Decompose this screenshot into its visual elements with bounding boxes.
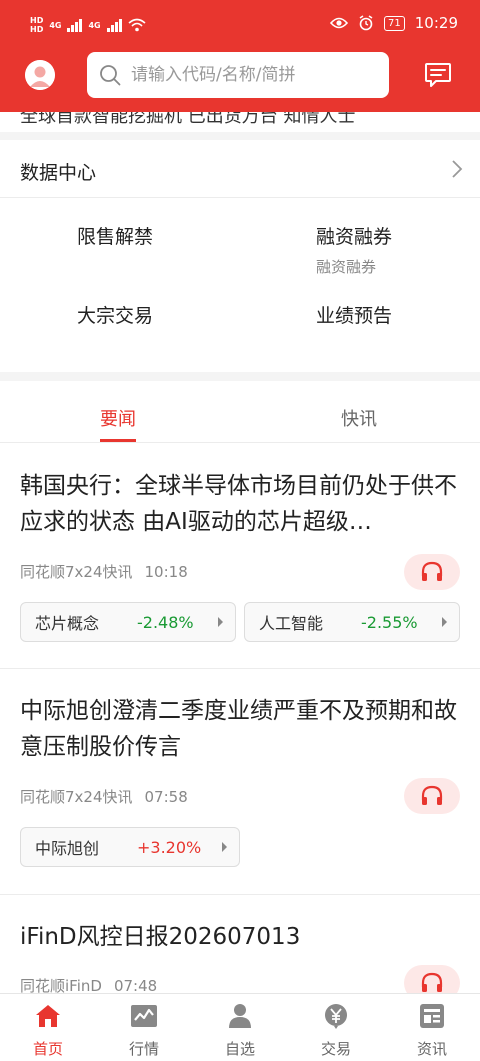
stock-tag-name: 人工智能 [259,614,324,633]
article-source: 同花顺7x24快讯 [20,788,133,806]
stock-tag-change: -2.55% [361,612,418,632]
caret-right-icon [442,617,447,627]
article-time: 10:18 [144,563,188,581]
headphones-icon [421,785,443,805]
app-header: HD HD 4G 4G 71 10:29 [0,0,480,112]
data-center-card: 数据中心 限售解禁 融资融券 融资融券 大宗交易 业绩预告 [0,140,480,372]
network-4g-label-1: 4G [49,20,62,30]
chevron-right-icon[interactable] [450,158,464,180]
news-article[interactable]: 中际旭创澄清二季度业绩严重不及预期和故意压制股价传言 同花顺7x24快讯 07:5… [0,669,480,894]
news-article[interactable]: iFinD风控日报202607013 同花顺iFinD 07:48 [0,895,480,993]
search-icon [100,65,121,86]
data-center-item-lockup-expiry[interactable]: 限售解禁 [77,222,153,249]
article-source: 同花顺iFinD [20,977,102,993]
bottom-nav: 首页 行情 自选 交易 资讯 [0,993,480,1061]
yuan-icon [325,1004,347,1029]
news-article[interactable]: 韩国央行：全球半导体市场目前仍处于供不应求的状态 由AI驱动的芯片超级… 同花顺… [0,443,480,668]
signal-icon-2 [106,18,122,32]
wifi-icon [128,18,146,32]
search-box[interactable] [87,52,389,98]
network-hd-label: HD HD [30,16,44,34]
news-icon [420,1004,444,1028]
nav-market[interactable]: 行情 [96,994,192,1061]
status-bar: HD HD 4G 4G 71 10:29 [30,14,458,42]
headphones-icon [421,561,443,581]
signal-icon [67,18,83,32]
eye-icon [330,17,349,29]
nav-news[interactable]: 资讯 [384,994,480,1061]
active-tab-indicator [100,439,136,442]
stock-tag-chip[interactable]: 芯片概念 -2.48% [20,602,236,642]
avatar-person-icon [25,60,55,90]
stock-tag-name: 中际旭创 [35,839,100,858]
article-meta: 同花顺7x24快讯 07:58 [20,786,188,807]
audio-play-button[interactable] [404,965,460,993]
nav-trade-label: 交易 [320,1040,351,1058]
search-row [0,52,480,98]
person-icon [229,1004,251,1028]
stock-tag-change: +3.20% [137,837,202,857]
data-center-title[interactable]: 数据中心 [20,158,96,185]
stock-tag-ai[interactable]: 人工智能 -2.55% [244,602,460,642]
divider [0,197,480,198]
article-meta: 同花顺iFinD 07:48 [20,975,157,993]
article-title[interactable]: iFinD风控日报202607013 [20,919,460,955]
cutoff-headline-text: 全球首款智能挖掘机 已出货万台 知情人士 [20,112,356,127]
battery-icon: 71 [384,15,405,31]
caret-right-icon [222,842,227,852]
caret-right-icon [218,617,223,627]
stock-tag-name: 芯片概念 [35,614,100,633]
stock-tag-change: -2.48% [137,612,194,632]
nav-trade[interactable]: 交易 [288,994,384,1061]
nav-home[interactable]: 首页 [0,994,96,1061]
article-source: 同花顺7x24快讯 [20,563,133,581]
data-center-item-block-trade[interactable]: 大宗交易 [77,301,153,328]
tab-flash-news[interactable]: 快讯 [341,405,377,431]
tab-headlines[interactable]: 要闻 [100,405,136,431]
nav-watchlist[interactable]: 自选 [192,994,288,1061]
message-icon[interactable] [424,62,452,88]
article-meta: 同花顺7x24快讯 10:18 [20,561,188,582]
data-center-item-earnings-forecast[interactable]: 业绩预告 [316,301,392,328]
stock-tag-zhongji-innolight[interactable]: 中际旭创 +3.20% [20,827,240,867]
alarm-icon [359,15,373,31]
status-right: 71 10:29 [330,14,458,32]
data-center-item-margin-trading[interactable]: 融资融券 [316,222,392,249]
article-time: 07:58 [144,788,188,806]
nav-watchlist-label: 自选 [224,1040,255,1058]
news-tabs: 要闻 快讯 [0,381,480,443]
audio-play-button[interactable] [404,778,460,814]
nav-news-label: 资讯 [416,1040,447,1058]
network-4g-label-2: 4G [88,20,101,30]
news-section: 要闻 快讯 韩国央行：全球半导体市场目前仍处于供不应求的状态 由AI驱动的芯片超… [0,381,480,993]
audio-play-button[interactable] [404,554,460,590]
status-left: HD HD 4G 4G [30,16,146,34]
article-title[interactable]: 韩国央行：全球半导体市场目前仍处于供不应求的状态 由AI驱动的芯片超级… [20,468,460,540]
status-time: 10:29 [414,14,458,32]
data-center-item-margin-trading-sub: 融资融券 [316,258,377,276]
search-input[interactable] [131,65,371,85]
home-icon [36,1005,60,1027]
headphones-icon [421,972,443,992]
nav-market-label: 行情 [128,1040,159,1058]
cutoff-headline: 全球首款智能挖掘机 已出货万台 知情人士 [0,112,480,132]
avatar[interactable] [25,60,55,90]
article-time: 07:48 [113,977,158,993]
chart-icon [131,1005,157,1027]
article-title[interactable]: 中际旭创澄清二季度业绩严重不及预期和故意压制股价传言 [20,693,460,765]
nav-home-label: 首页 [32,1040,63,1058]
